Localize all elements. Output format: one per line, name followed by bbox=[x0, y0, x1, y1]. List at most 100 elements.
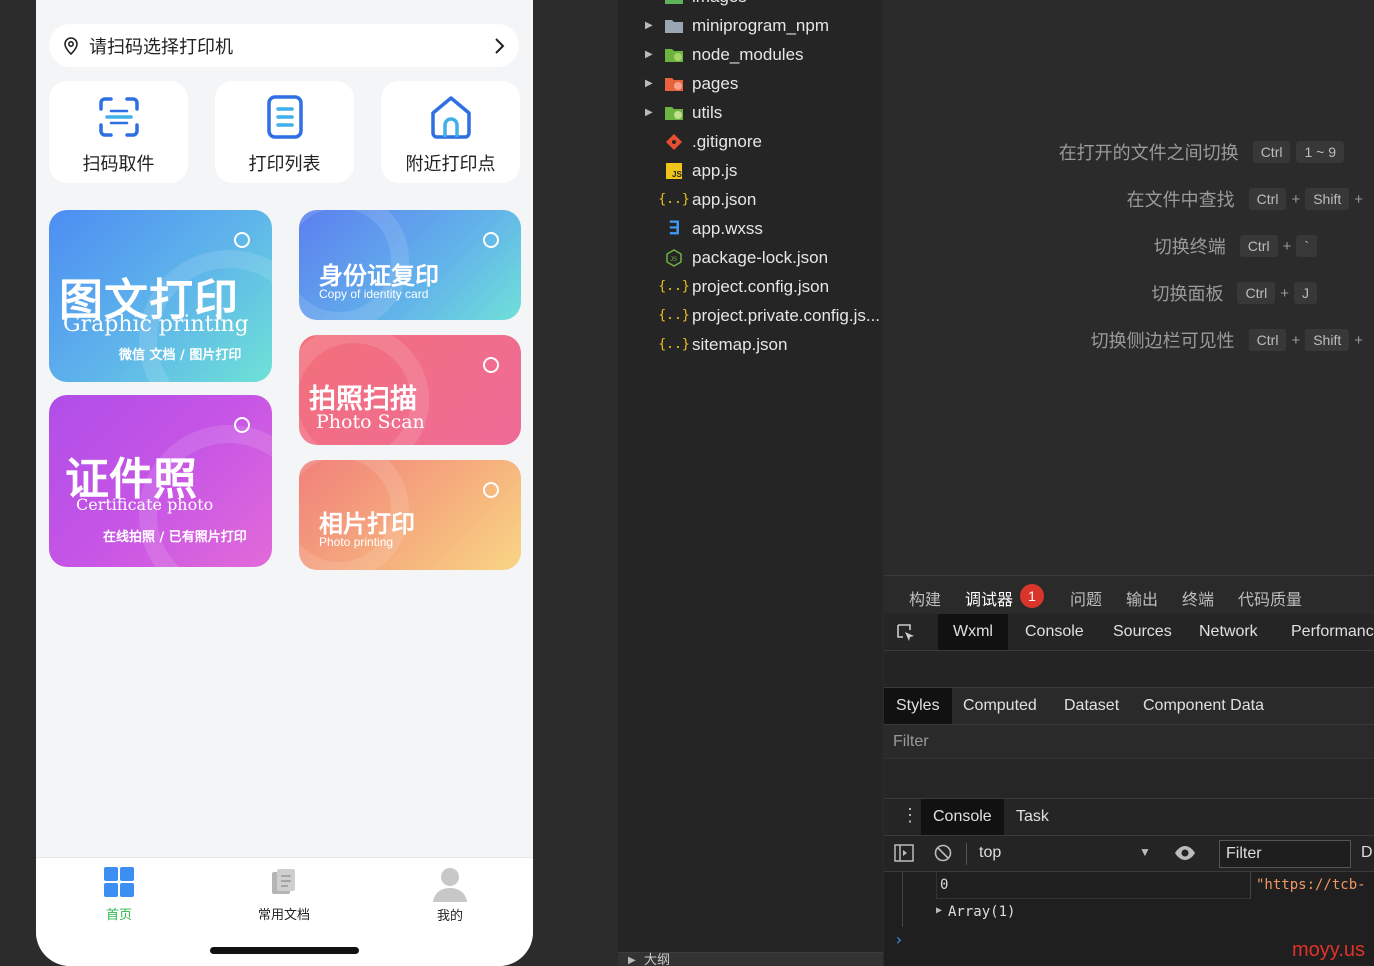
tree-item-miniprogram-npm[interactable]: ▶ miniprogram_npm bbox=[618, 11, 883, 40]
graphic-print-note: 微信 文档 / 图片打印 bbox=[119, 348, 242, 363]
nearby-print-button[interactable]: 附近打印点 bbox=[381, 81, 520, 183]
id-copy-card[interactable]: 身份证复印 Copy of identity card bbox=[299, 210, 521, 320]
tree-item-project-config[interactable]: {..} project.config.json bbox=[618, 272, 883, 301]
clear-console-icon[interactable] bbox=[934, 844, 952, 867]
home-indicator bbox=[210, 947, 359, 954]
tab-dataset[interactable]: Dataset bbox=[1049, 688, 1134, 724]
home-location-icon bbox=[430, 96, 471, 139]
bottom-panel-tabs: 构建 调试器 1 问题 输出 终端 代码质量 bbox=[884, 575, 1374, 615]
certificate-photo-card[interactable]: 证件照 Certificate photo 在线拍照 / 已有照片打印 bbox=[49, 395, 272, 567]
folder-icon bbox=[664, 16, 684, 36]
certificate-subtitle: Certificate photo bbox=[76, 495, 214, 514]
default-levels-select[interactable]: D bbox=[1361, 844, 1373, 862]
photo-scan-card[interactable]: 拍照扫描 Photo Scan bbox=[299, 335, 521, 445]
js-icon: JS bbox=[664, 161, 684, 181]
tab-component-data[interactable]: Component Data bbox=[1128, 688, 1279, 724]
shortcut-label: 在文件中查找 bbox=[1126, 190, 1235, 210]
shortcut-label: 切换侧边栏可见性 bbox=[1090, 331, 1235, 351]
tree-item-node-modules[interactable]: ▶ node_modules bbox=[618, 40, 883, 69]
tab-output[interactable]: 输出 bbox=[1126, 586, 1158, 610]
tab-console-drawer[interactable]: Console bbox=[921, 799, 1004, 835]
console-gutter bbox=[902, 872, 903, 927]
tab-console[interactable]: Console bbox=[1010, 614, 1099, 650]
tree-item-app-wxss[interactable]: ∃ app.wxss bbox=[618, 214, 883, 243]
styles-filter-input[interactable]: Filter bbox=[884, 725, 1374, 759]
tree-item-package-lock[interactable]: JS package-lock.json bbox=[618, 243, 883, 272]
context-select[interactable]: top bbox=[979, 844, 1001, 862]
chevron-right-icon bbox=[495, 37, 505, 54]
tab-debugger[interactable]: 调试器 bbox=[965, 586, 1013, 610]
shortcut-label: 切换面板 bbox=[1151, 284, 1224, 304]
photo-print-title: 相片打印 bbox=[319, 510, 415, 538]
plus-sign: + bbox=[1354, 190, 1363, 208]
photo-print-card[interactable]: 相片打印 Photo printing bbox=[299, 460, 521, 570]
json-icon: {..} bbox=[658, 337, 690, 352]
card-dot-icon bbox=[483, 232, 499, 248]
expand-arrow-icon: ▶ bbox=[645, 78, 653, 89]
tree-item-pages[interactable]: ▶ pages bbox=[618, 69, 883, 98]
tree-item-utils[interactable]: ▶ utils bbox=[618, 98, 883, 127]
tab-sources[interactable]: Sources bbox=[1098, 614, 1187, 650]
print-list-button[interactable]: 打印列表 bbox=[215, 81, 354, 183]
tab-problems[interactable]: 问题 bbox=[1070, 586, 1102, 610]
console-filter-input[interactable]: Filter bbox=[1219, 840, 1351, 868]
print-list-label: 打印列表 bbox=[248, 154, 321, 174]
console-prompt-icon[interactable]: › bbox=[894, 930, 904, 949]
json-icon: {..} bbox=[658, 192, 690, 207]
tab-task[interactable]: Task bbox=[1001, 799, 1064, 835]
caret-down-icon[interactable]: ▼ bbox=[1139, 845, 1151, 859]
tree-item-app-js[interactable]: JS app.js bbox=[618, 156, 883, 185]
console-array[interactable]: Array(1) bbox=[948, 904, 1015, 920]
graphic-print-subtitle: Graphic printing bbox=[63, 312, 249, 337]
tree-item-gitignore[interactable]: .gitignore bbox=[618, 127, 883, 156]
key-cap: Ctrl bbox=[1252, 141, 1291, 163]
tab-home[interactable]: 首页 bbox=[69, 866, 169, 923]
watermark: moyy.us bbox=[1292, 939, 1365, 961]
tab-performance[interactable]: Performanc bbox=[1276, 614, 1374, 650]
shortcut-switch-files: 在打开的文件之间切换 Ctrl 1 ~ 9 bbox=[1059, 139, 1344, 165]
nodejs-icon: JS bbox=[664, 248, 684, 268]
tree-item-label: app.json bbox=[692, 189, 757, 209]
tree-item-images[interactable]: ▶ images bbox=[618, 0, 883, 11]
id-copy-subtitle: Copy of identity card bbox=[319, 287, 429, 301]
eye-icon[interactable] bbox=[1174, 845, 1196, 866]
plus-sign: + bbox=[1354, 331, 1363, 349]
expand-arrow-icon: ▶ bbox=[645, 107, 653, 118]
tab-wxml[interactable]: Wxml bbox=[938, 614, 1008, 650]
inspect-element-icon[interactable] bbox=[896, 623, 916, 648]
tab-code-quality[interactable]: 代码质量 bbox=[1238, 586, 1302, 610]
tree-item-label: app.js bbox=[692, 160, 738, 180]
printer-scan-bar[interactable]: 请扫码选择打印机 bbox=[49, 24, 519, 67]
plus-sign: + bbox=[1291, 190, 1301, 208]
expand-arrow-icon[interactable]: ▶ bbox=[936, 905, 942, 916]
tree-item-project-private-config[interactable]: {..} project.private.config.js... bbox=[618, 301, 883, 330]
tree-item-app-json[interactable]: {..} app.json bbox=[618, 185, 883, 214]
tab-home-label: 首页 bbox=[105, 907, 132, 922]
tab-build[interactable]: 构建 bbox=[909, 586, 941, 610]
graphic-print-card[interactable]: 图文打印 Graphic printing 微信 文档 / 图片打印 bbox=[49, 210, 272, 382]
scan-pickup-button[interactable]: 扫码取件 bbox=[49, 81, 188, 183]
scan-icon bbox=[98, 97, 139, 137]
user-icon bbox=[433, 868, 467, 902]
phone-simulator: 请扫码选择打印机 扫码取件 打印列表 附近打印点 图文打印 Graphic pr… bbox=[36, 0, 533, 966]
git-icon bbox=[664, 132, 684, 152]
tab-computed[interactable]: Computed bbox=[948, 688, 1052, 724]
file-explorer: ▶ images ▶ miniprogram_npm ▶ node_module… bbox=[618, 0, 883, 966]
more-vertical-icon[interactable]: ⋮ bbox=[901, 806, 919, 824]
tab-mine[interactable]: 我的 bbox=[400, 866, 500, 924]
pages-folder-icon bbox=[664, 74, 684, 94]
tab-network[interactable]: Network bbox=[1184, 614, 1273, 650]
outline-section-header[interactable]: ▶ 大纲 bbox=[618, 952, 883, 966]
console-string: "https://tcb- bbox=[1256, 877, 1366, 893]
outline-label: 大纲 bbox=[644, 952, 671, 966]
tree-item-label: app.wxss bbox=[692, 218, 763, 238]
tab-documents[interactable]: 常用文档 bbox=[234, 866, 334, 923]
tree-item-label: images bbox=[692, 0, 747, 7]
grid-icon bbox=[104, 867, 134, 897]
tree-item-sitemap[interactable]: {..} sitemap.json bbox=[618, 330, 883, 359]
sidebar-toggle-icon[interactable] bbox=[894, 844, 914, 867]
tab-styles[interactable]: Styles bbox=[884, 688, 952, 724]
tab-terminal[interactable]: 终端 bbox=[1182, 586, 1214, 610]
nearby-print-label: 附近打印点 bbox=[405, 154, 496, 174]
scan-pickup-label: 扫码取件 bbox=[82, 154, 155, 174]
